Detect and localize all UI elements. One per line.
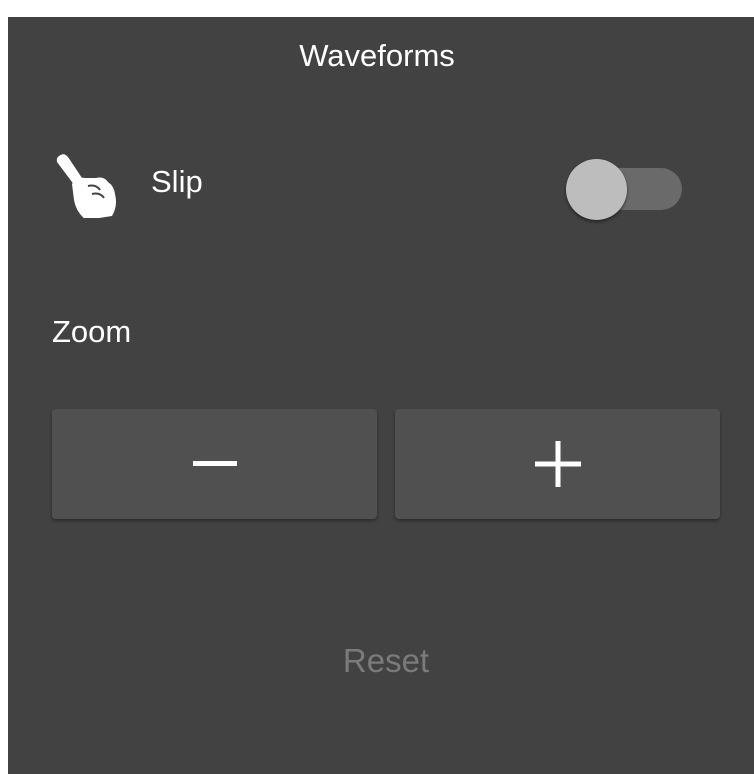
reset-button[interactable]: Reset	[0, 640, 754, 682]
panel-title: Waveforms	[299, 38, 455, 73]
zoom-out-button[interactable]	[52, 409, 377, 519]
slip-toggle[interactable]	[566, 152, 684, 220]
hand-pointer-icon	[52, 150, 124, 220]
slip-toggle-thumb	[566, 159, 627, 220]
zoom-in-button[interactable]	[395, 409, 720, 519]
slip-row: Slip	[52, 145, 692, 221]
minus-icon	[192, 461, 237, 466]
plus-icon	[534, 441, 581, 487]
zoom-label: Zoom	[52, 314, 132, 349]
slip-label: Slip	[151, 164, 203, 199]
